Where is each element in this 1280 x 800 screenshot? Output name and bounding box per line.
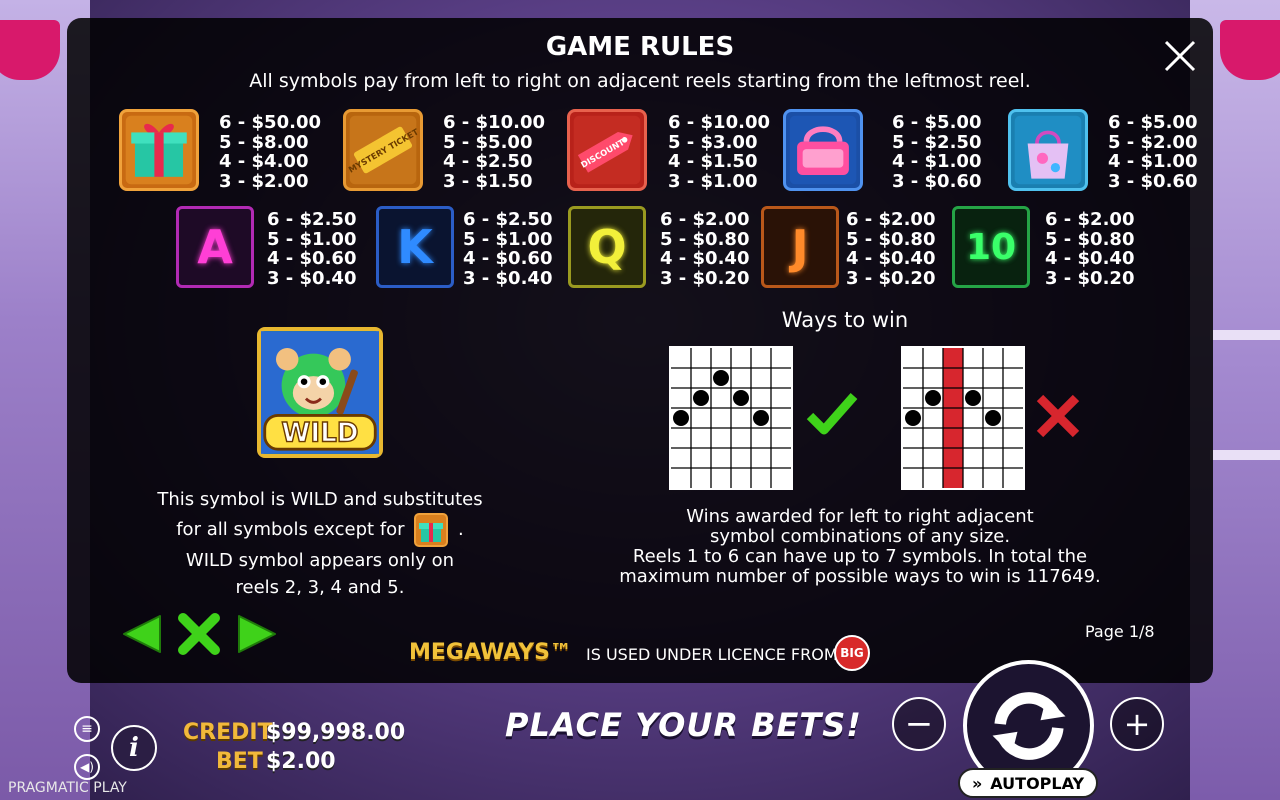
paytable-discount-tag: 6 - $10.00 5 - $3.00 4 - $1.50 3 - $1.00 xyxy=(668,112,770,192)
wild-line-2-end: . xyxy=(458,519,464,540)
paytable-letter-q: 6 - $2.00 5 - $0.80 4 - $0.40 3 - $0.20 xyxy=(660,209,750,289)
ways-description: Wins awarded for left to right adjacent … xyxy=(590,507,1130,587)
paytable-ten: 6 - $2.00 5 - $0.80 4 - $0.40 3 - $0.20 xyxy=(1045,209,1135,289)
shelf xyxy=(1210,450,1280,460)
ways-line-2: symbol combinations of any size. xyxy=(709,526,1011,547)
licence-text: IS USED UNDER LICENCE FROM xyxy=(586,645,838,664)
speaker-icon: ◀) xyxy=(80,760,94,774)
autoplay-label: AUTOPLAY xyxy=(990,773,1085,793)
menu-button[interactable]: ≡ xyxy=(74,716,100,742)
wild-line-4: reels 2, 3, 4 and 5. xyxy=(235,577,405,598)
discount-tag-icon: DISCOUNT xyxy=(567,109,647,191)
paytable-letter-a: 6 - $2.50 5 - $1.00 4 - $0.60 3 - $0.40 xyxy=(267,209,357,289)
spin-arrows-icon xyxy=(992,691,1065,760)
letter-q-icon: Q xyxy=(568,206,646,288)
paytable-handbag: 6 - $5.00 5 - $2.50 4 - $1.00 3 - $0.60 xyxy=(892,112,982,192)
letter-a-icon: A xyxy=(176,206,254,288)
bet-value: $2.00 xyxy=(266,749,336,774)
wild-line-3: WILD symbol appears only on xyxy=(185,550,455,571)
credit-value: $99,998.00 xyxy=(266,720,406,745)
minus-icon: − xyxy=(904,704,934,744)
paytable-mystery-ticket: 6 - $10.00 5 - $5.00 4 - $2.50 3 - $1.50 xyxy=(443,112,545,192)
plus-icon: + xyxy=(1123,705,1151,743)
handbag-pink-icon xyxy=(783,109,863,191)
ways-line-4: maximum number of possible ways to win i… xyxy=(619,566,1101,587)
letter-k-icon: K xyxy=(376,206,454,288)
megaways-logo: MEGAWAYS™ xyxy=(409,640,572,665)
hamburger-icon: ≡ xyxy=(81,721,93,737)
mystery-ticket-icon: MYSTERY TICKET xyxy=(343,109,423,191)
info-button[interactable]: i xyxy=(111,725,157,771)
gift-box-icon xyxy=(119,109,199,191)
big-logo: BIG xyxy=(834,635,870,671)
ten-icon: 10 xyxy=(952,206,1030,288)
ways-line-3: Reels 1 to 6 can have up to 7 symbols. I… xyxy=(632,546,1088,567)
provider-logo: PRAGMATIC PLAY xyxy=(8,780,127,796)
close-rules-button[interactable] xyxy=(177,612,221,656)
page-indicator: Page 1/8 xyxy=(1085,622,1155,641)
previous-page-button[interactable] xyxy=(120,612,164,656)
rules-subtitle: All symbols pay from left to right on ad… xyxy=(249,70,1031,92)
credit-label: CREDIT xyxy=(183,720,273,745)
wild-line-2-wrap: for all symbols except for . xyxy=(130,513,510,547)
paytable-letter-k: 6 - $2.50 5 - $1.00 4 - $0.60 3 - $0.40 xyxy=(463,209,553,289)
paytable-gift-box: 6 - $50.00 5 - $8.00 4 - $4.00 3 - $2.00 xyxy=(219,112,321,192)
info-icon: i xyxy=(129,733,139,763)
wild-symbol-icon: WILD xyxy=(257,327,383,458)
ways-example-invalid-grid xyxy=(901,346,1025,490)
shelf xyxy=(1210,330,1280,340)
green-x-icon xyxy=(178,613,220,655)
decrease-bet-button[interactable]: − xyxy=(892,697,946,751)
sound-button[interactable]: ◀) xyxy=(74,754,100,780)
paytable-letter-j: 6 - $2.00 5 - $0.80 4 - $0.40 3 - $0.20 xyxy=(846,209,936,289)
autoplay-button[interactable]: » AUTOPLAY xyxy=(958,768,1098,798)
paytable-shopping-bag: 6 - $5.00 5 - $2.00 4 - $1.00 3 - $0.60 xyxy=(1108,112,1198,192)
increase-bet-button[interactable]: + xyxy=(1110,697,1164,751)
close-button[interactable] xyxy=(1160,36,1200,76)
ways-to-win-title: Ways to win xyxy=(781,308,909,332)
ways-example-valid-grid xyxy=(669,346,793,490)
shopping-bag-icon xyxy=(1008,109,1088,191)
wild-line-1: This symbol is WILD and substitutes xyxy=(157,489,483,510)
wild-description: This symbol is WILD and substitutes for … xyxy=(130,486,510,601)
bet-label: BET xyxy=(216,749,263,774)
cross-icon xyxy=(1034,392,1082,440)
gift-box-small-icon xyxy=(414,513,449,547)
wild-label: WILD xyxy=(281,419,358,449)
fast-forward-icon: » xyxy=(971,773,983,793)
arrow-left-icon xyxy=(123,615,161,653)
wild-line-2: for all symbols except for xyxy=(176,519,405,540)
rules-title: GAME RULES xyxy=(545,32,735,62)
next-page-button[interactable] xyxy=(235,612,279,656)
arrow-right-icon xyxy=(238,615,276,653)
checkmark-icon xyxy=(806,390,858,438)
close-icon xyxy=(1164,40,1196,72)
status-message: PLACE YOUR BETS! xyxy=(505,706,862,744)
letter-j-icon: J xyxy=(761,206,839,288)
ways-line-1: Wins awarded for left to right adjacent xyxy=(686,506,1034,527)
